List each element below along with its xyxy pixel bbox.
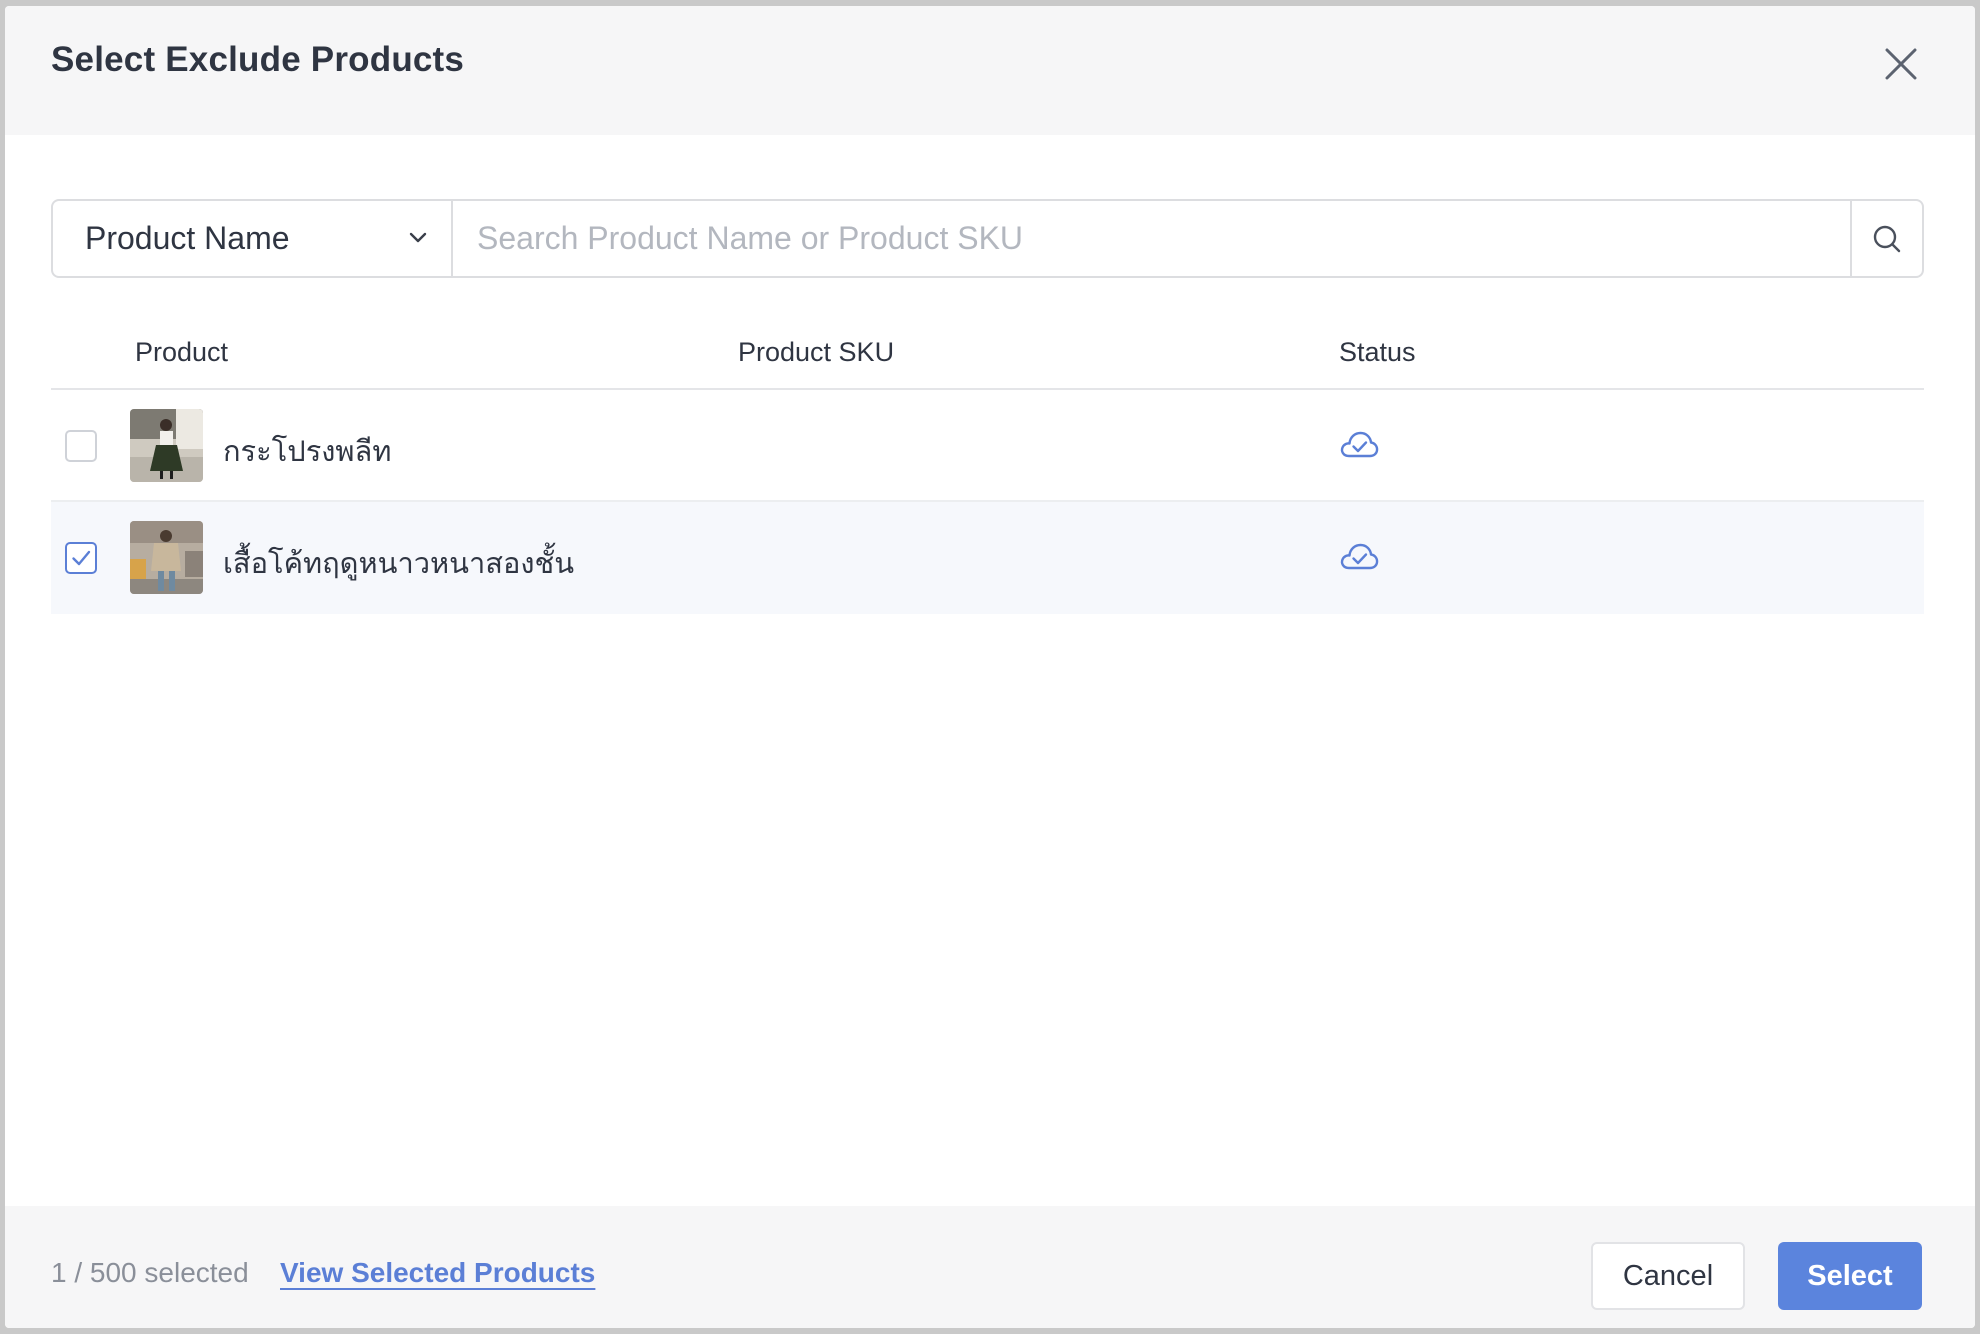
- search-icon: [1873, 225, 1901, 252]
- view-selected-products-link[interactable]: View Selected Products: [280, 1257, 595, 1289]
- row-checkbox[interactable]: [65, 542, 97, 574]
- row-checkbox[interactable]: [65, 430, 97, 462]
- search-field-dropdown[interactable]: Product Name: [53, 201, 453, 276]
- select-exclude-products-dialog: Select Exclude Products Product Name Pro…: [5, 6, 1975, 1328]
- product-table: Product Product SKU Status กระโปรงพลีท เ…: [51, 321, 1924, 614]
- cloud-check-icon: [1340, 431, 1379, 458]
- cancel-button[interactable]: Cancel: [1591, 1242, 1745, 1310]
- column-header-product: Product: [135, 337, 229, 367]
- table-row[interactable]: เสื้อโค้ทฤดูหนาวหนาสองชั้น: [51, 502, 1924, 614]
- column-header-product-sku: Product SKU: [738, 337, 895, 367]
- product-name[interactable]: กระโปรงพลีท: [223, 428, 391, 474]
- search-button[interactable]: [1850, 201, 1922, 276]
- close-icon[interactable]: [1881, 44, 1921, 84]
- cloud-check-icon: [1340, 543, 1379, 570]
- column-header-status: Status: [1339, 337, 1416, 367]
- chevron-down-icon: [409, 232, 427, 243]
- product-thumbnail[interactable]: [130, 521, 203, 594]
- product-name[interactable]: เสื้อโค้ทฤดูหนาวหนาสองชั้น: [223, 540, 574, 586]
- dialog-header: Select Exclude Products: [5, 6, 1975, 135]
- table-row[interactable]: กระโปรงพลีท: [51, 390, 1924, 502]
- check-icon: [72, 550, 91, 566]
- dialog-title: Select Exclude Products: [51, 40, 465, 79]
- selected-count: 1 / 500 selected: [51, 1257, 249, 1288]
- select-button[interactable]: Select: [1778, 1242, 1922, 1310]
- search-field-selected: Product Name: [85, 220, 290, 256]
- search-bar: Product Name: [51, 199, 1924, 278]
- product-thumbnail[interactable]: [130, 409, 203, 482]
- dialog-footer: 1 / 500 selected View Selected Products …: [5, 1206, 1975, 1328]
- search-input[interactable]: [453, 201, 1850, 276]
- table-header: Product Product SKU Status: [51, 321, 1924, 390]
